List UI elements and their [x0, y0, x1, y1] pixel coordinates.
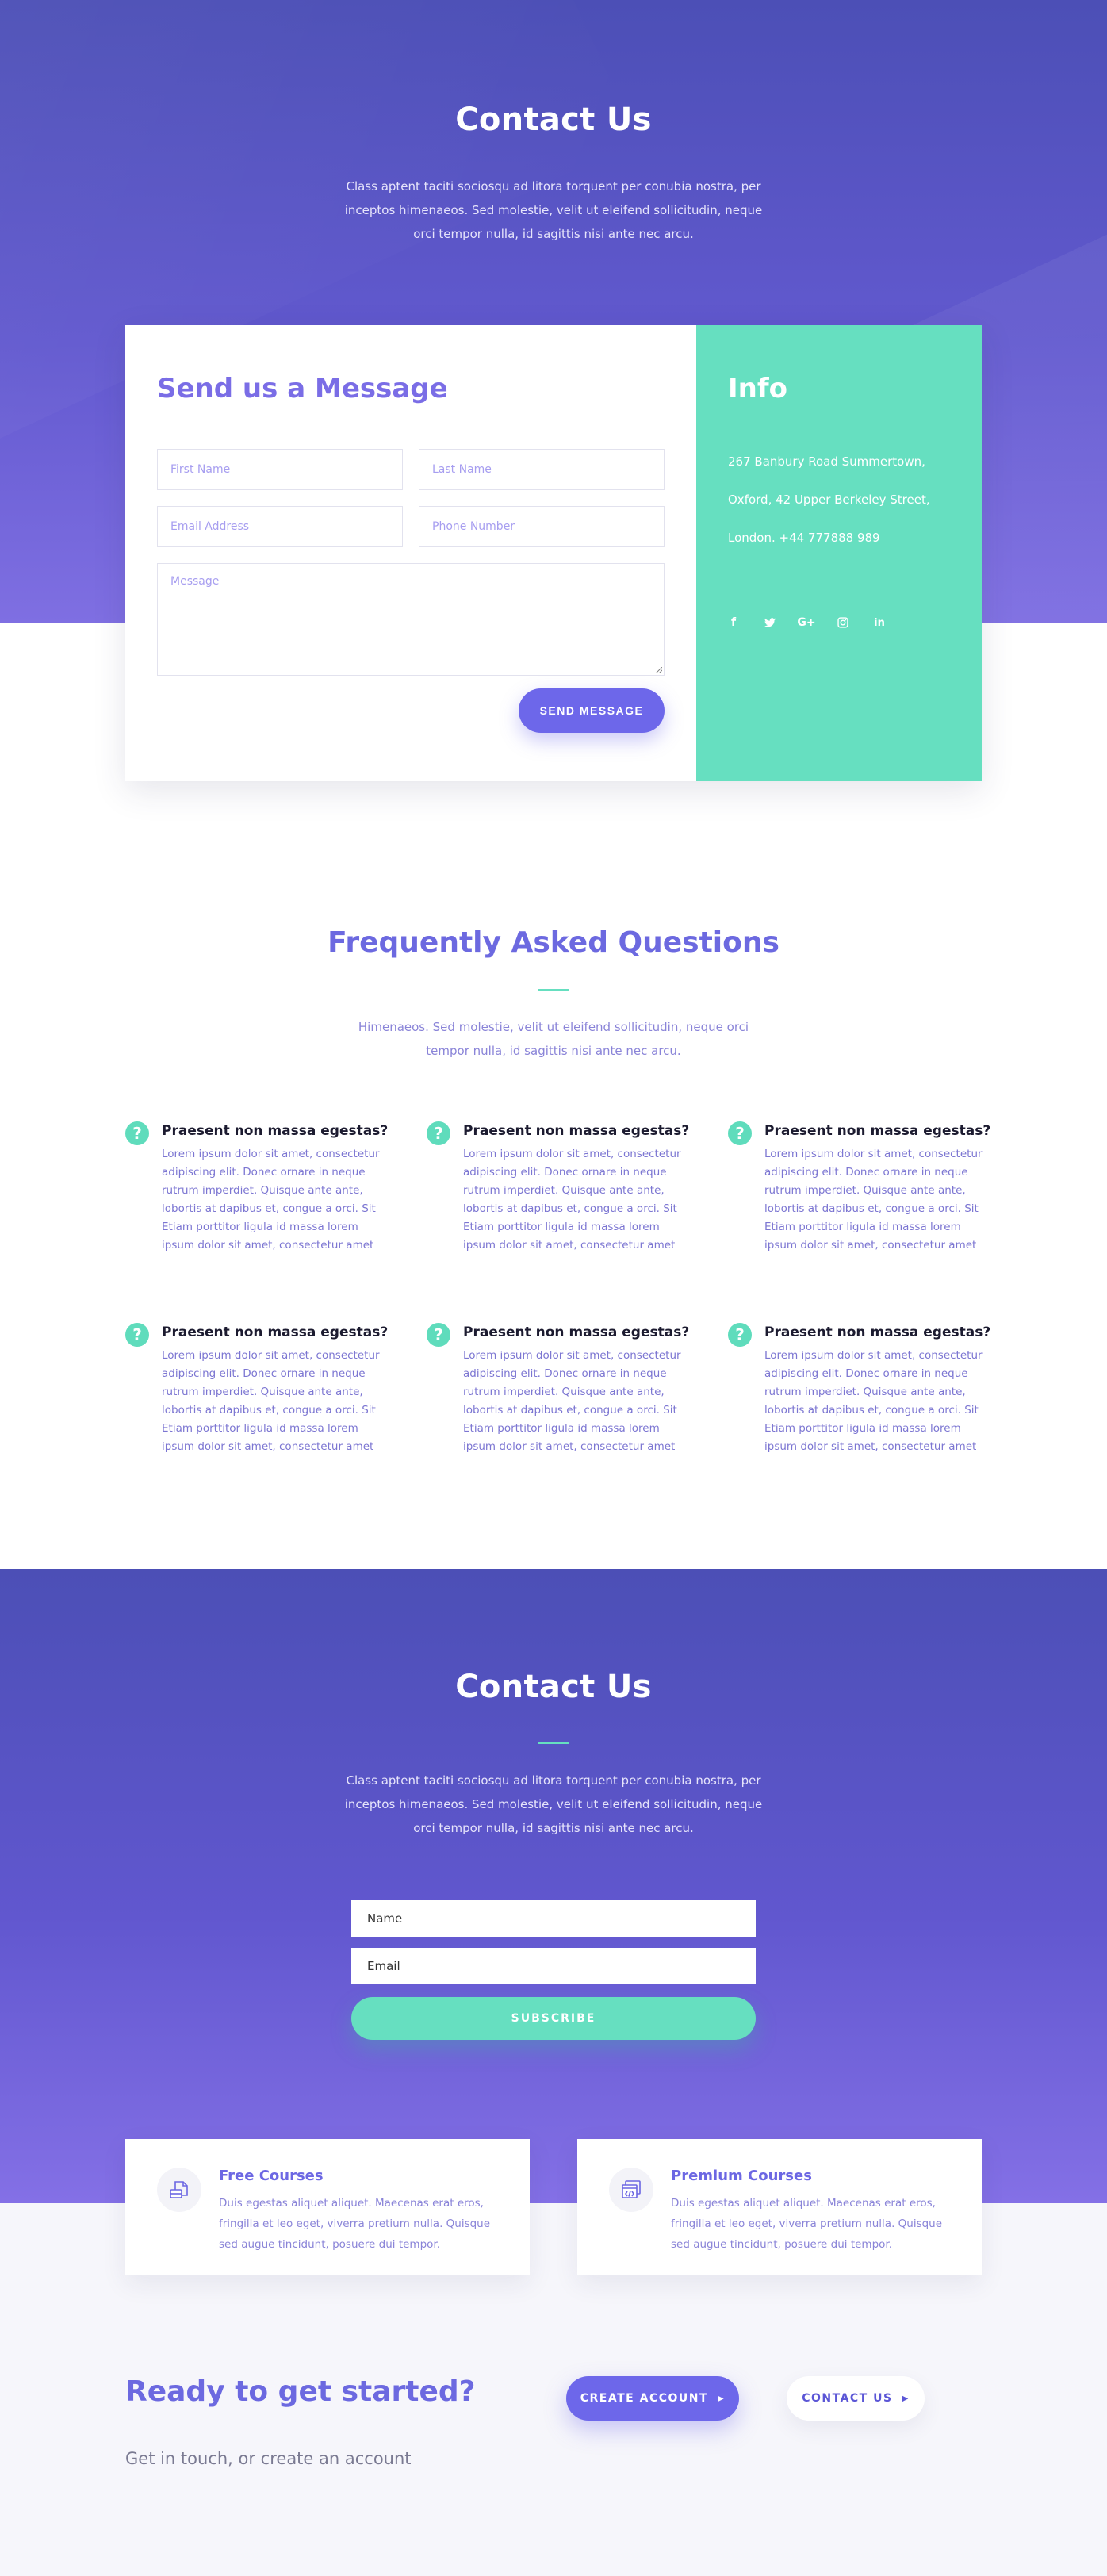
faq-item: ? Praesent non massa egestas? Lorem ipsu… — [728, 1120, 998, 1263]
name-input[interactable]: Name — [351, 1900, 756, 1937]
linkedin-icon[interactable]: in — [869, 612, 890, 633]
subscribe-divider — [538, 1742, 569, 1744]
faq-question: Praesent non massa egestas? — [162, 1324, 389, 1340]
faq-answer: Lorem ipsum dolor sit amet, consectetur … — [162, 1148, 380, 1252]
course-title[interactable]: Premium Courses — [671, 2168, 812, 2184]
course-card-free[interactable]: Free Courses Duis egestas aliquet alique… — [125, 2139, 530, 2275]
caret-right-icon: ▶ — [902, 2394, 910, 2403]
faq-title: Frequently Asked Questions — [328, 926, 779, 959]
email-input[interactable]: Email Address — [157, 506, 403, 547]
google-plus-icon[interactable]: G+ — [796, 612, 817, 633]
info-line: Oxford, 42 Upper Berkeley Street, — [728, 493, 930, 507]
caret-right-icon: ▶ — [718, 2394, 726, 2403]
info-email[interactable]: hello@divitemplate.com — [728, 557, 958, 563]
first-name-input[interactable]: First Name — [157, 449, 403, 490]
faq-answer: Lorem ipsum dolor sit amet, consectetur … — [463, 1349, 681, 1453]
faq-item: ? Praesent non massa egestas? Lorem ipsu… — [427, 1120, 696, 1263]
code-window-icon — [609, 2168, 653, 2212]
phone-input[interactable]: Phone Number — [419, 506, 665, 547]
message-form-title: Send us a Message — [157, 373, 448, 404]
message-form: Send us a Message First Name Last Name E… — [125, 325, 696, 781]
message-placeholder: Message — [170, 575, 220, 588]
contact-us-button[interactable]: CONTACT US ▶ — [787, 2376, 925, 2421]
last-name-placeholder: Last Name — [432, 463, 492, 476]
info-panel: Info 267 Banbury Road Summertown, Oxford… — [696, 325, 982, 781]
info-line: 267 Banbury Road Summertown, — [728, 454, 925, 469]
hero-title: Contact Us — [455, 102, 652, 138]
question-icon: ? — [427, 1121, 450, 1145]
subscribe-section — [0, 1569, 1107, 2203]
course-title[interactable]: Free Courses — [219, 2168, 324, 2184]
faq-question: Praesent non massa egestas? — [764, 1123, 991, 1139]
subscribe-button[interactable]: SUBSCRIBE — [351, 1997, 756, 2040]
faq-question: Praesent non massa egestas? — [764, 1324, 991, 1340]
faq-question: Praesent non massa egestas? — [162, 1123, 389, 1139]
resize-handle-icon[interactable] — [656, 667, 662, 673]
twitter-icon[interactable] — [760, 612, 780, 633]
create-account-label: CREATE ACCOUNT — [580, 2392, 709, 2405]
first-name-placeholder: First Name — [170, 463, 231, 476]
faq-answer: Lorem ipsum dolor sit amet, consectetur … — [764, 1349, 983, 1453]
info-line: London. +44 777888 989 — [728, 531, 880, 545]
info-address: 267 Banbury Road Summertown, Oxford, 42 … — [728, 443, 958, 563]
info-title: Info — [728, 373, 788, 404]
question-icon: ? — [125, 1323, 149, 1347]
question-icon: ? — [125, 1121, 149, 1145]
subscribe-subtitle: Class aptent taciti sociosqu ad litora t… — [344, 1773, 763, 1835]
question-icon: ? — [728, 1323, 752, 1347]
subscribe-title: Contact Us — [455, 1669, 652, 1705]
course-description: Duis egestas aliquet aliquet. Maecenas e… — [219, 2197, 491, 2251]
create-account-button[interactable]: CREATE ACCOUNT ▶ — [566, 2376, 739, 2421]
phone-placeholder: Phone Number — [432, 520, 515, 533]
faq-answer: Lorem ipsum dolor sit amet, consectetur … — [162, 1349, 380, 1453]
email-placeholder: Email — [367, 1959, 400, 1973]
faq-item: ? Praesent non massa egestas? Lorem ipsu… — [427, 1321, 696, 1464]
faq-question: Praesent non massa egestas? — [463, 1123, 690, 1139]
send-message-button[interactable]: SEND MESSAGE — [519, 688, 665, 733]
facebook-icon[interactable]: f — [723, 612, 744, 633]
message-textarea[interactable]: Message — [157, 563, 665, 676]
cta-title: Ready to get started? — [125, 2375, 476, 2408]
faq-item: ? Praesent non massa egestas? Lorem ipsu… — [125, 1321, 395, 1464]
instagram-icon[interactable] — [833, 612, 853, 633]
contact-us-label: CONTACT US — [802, 2392, 893, 2405]
faq-answer: Lorem ipsum dolor sit amet, consectetur … — [463, 1148, 681, 1252]
faq-subtitle: Himenaeos. Sed molestie, velit ut eleife… — [358, 1020, 749, 1058]
faq-item: ? Praesent non massa egestas? Lorem ipsu… — [728, 1321, 998, 1464]
question-icon: ? — [728, 1121, 752, 1145]
cta-subtitle: Get in touch, or create an account — [125, 2449, 412, 2468]
email-placeholder: Email Address — [170, 520, 250, 533]
faq-answer: Lorem ipsum dolor sit amet, consectetur … — [764, 1148, 983, 1252]
faq-divider — [538, 989, 569, 991]
contact-card: Send us a Message First Name Last Name E… — [125, 325, 982, 781]
course-description: Duis egestas aliquet aliquet. Maecenas e… — [671, 2197, 943, 2251]
faq-item: ? Praesent non massa egestas? Lorem ipsu… — [125, 1120, 395, 1263]
documents-icon — [157, 2168, 201, 2212]
hero-subtitle: Class aptent taciti sociosqu ad litora t… — [344, 179, 763, 241]
email-input[interactable]: Email — [351, 1948, 756, 1984]
last-name-input[interactable]: Last Name — [419, 449, 665, 490]
faq-question: Praesent non massa egestas? — [463, 1324, 690, 1340]
course-card-premium[interactable]: Premium Courses Duis egestas aliquet ali… — [577, 2139, 982, 2275]
name-placeholder: Name — [367, 1911, 403, 1926]
question-icon: ? — [427, 1323, 450, 1347]
